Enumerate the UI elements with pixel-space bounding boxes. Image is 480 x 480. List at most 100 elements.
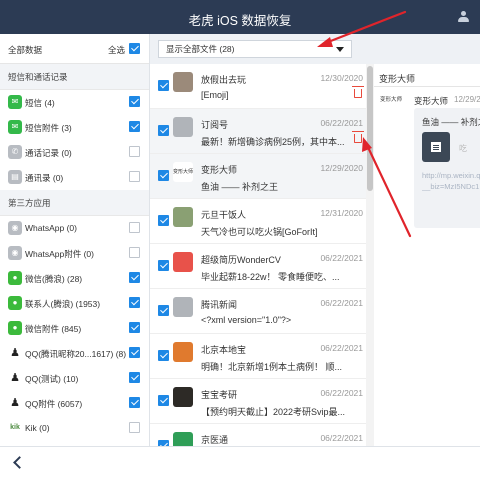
bubble-link[interactable]: http://mp.weixin.qq __biz=MzI5NDc1N bbox=[422, 170, 480, 192]
detail-divider bbox=[374, 86, 480, 87]
list-item-date: 12/29/2020 bbox=[320, 163, 363, 173]
message-bubble[interactable]: 鱼油 —— 补剂之王 吃 http://mp.weixin.qq __biz=M… bbox=[414, 108, 480, 228]
wechat-contacts-icon: ● bbox=[8, 296, 22, 310]
caret-down-icon bbox=[336, 47, 344, 52]
sidebar-item[interactable]: ● 联系人(腾浪) (1953) bbox=[0, 291, 149, 316]
list-item[interactable]: 放假出去玩 12/30/2020 [Emoji] bbox=[150, 64, 373, 109]
list-scrollbar[interactable] bbox=[366, 64, 374, 446]
sidebar-item-checkbox[interactable] bbox=[129, 397, 140, 408]
sidebar-item-checkbox[interactable] bbox=[129, 171, 140, 182]
sidebar-item[interactable]: ♟ QQ附件 (6057) bbox=[0, 391, 149, 416]
list-item-checkbox[interactable] bbox=[158, 395, 169, 406]
sidebar-item-checkbox[interactable] bbox=[129, 96, 140, 107]
bottom-bar bbox=[0, 446, 480, 480]
select-all-checkbox[interactable] bbox=[129, 43, 140, 54]
list-item-checkbox[interactable] bbox=[158, 80, 169, 91]
file-filter-dropdown[interactable]: 显示全部文件 (28) bbox=[158, 40, 352, 58]
list-item-preview: 最新！新增确诊病例25例，其中本... bbox=[201, 137, 345, 147]
list-item-preview: 【预约明天截止】2022考研Svip最... bbox=[201, 407, 346, 417]
sidebar-item-checkbox[interactable] bbox=[129, 222, 140, 233]
list-item-checkbox[interactable] bbox=[158, 305, 169, 316]
sidebar-item-label: QQ(腾讯昵称20...1617) (8) bbox=[25, 349, 127, 359]
list-item-date: 12/30/2020 bbox=[320, 73, 363, 83]
list-item[interactable]: 超级简历WonderCV 06/22/2021 毕业起薪18-22w！ 零食睡便吃、… bbox=[150, 244, 373, 289]
sidebar-item[interactable]: ✉ 短信 (4) bbox=[0, 90, 149, 115]
avatar bbox=[173, 117, 193, 137]
sidebar-item-label: 通讯录 (0) bbox=[25, 173, 64, 183]
bubble-link-line-1: http://mp.weixin.qq bbox=[422, 171, 480, 180]
list-item[interactable]: 变形大师 变形大师 12/29/2020 鱼油 —— 补剂之王 bbox=[150, 154, 373, 199]
sidebar-item-checkbox[interactable] bbox=[129, 297, 140, 308]
list-scrollbar-thumb[interactable] bbox=[367, 66, 373, 191]
list-item-name: 超级简历WonderCV bbox=[201, 255, 281, 265]
sidebar: 全部数据 全选 短信和通话记录 ✉ 短信 (4) ✉ 短信附件 (3) ✆ 通话记录 (0)… bbox=[0, 34, 150, 446]
sidebar-item[interactable]: ◉ WhatsApp (0) bbox=[0, 216, 149, 241]
kik-icon: kik bbox=[10, 424, 20, 431]
sidebar-item-checkbox[interactable] bbox=[129, 347, 140, 358]
sidebar-item[interactable]: ▤ 通讯录 (0) bbox=[0, 165, 149, 190]
list-item[interactable]: 元旦干饭人 12/31/2020 天气冷也可以吃火锅[GoForIt] bbox=[150, 199, 373, 244]
sidebar-item-checkbox[interactable] bbox=[129, 121, 140, 132]
sidebar-item-label: WhatsApp (0) bbox=[25, 223, 77, 233]
message-icon: ✉ bbox=[8, 95, 22, 109]
avatar bbox=[173, 432, 193, 446]
title-bar: 老虎 iOS 数据恢复 bbox=[0, 0, 480, 34]
qq-attachment-icon: ♟ bbox=[10, 397, 20, 409]
sidebar-item-checkbox[interactable] bbox=[129, 372, 140, 383]
sender-avatar: 变形大师 bbox=[380, 97, 403, 103]
list-item-checkbox[interactable] bbox=[158, 215, 169, 226]
sidebar-item-checkbox[interactable] bbox=[129, 322, 140, 333]
list-item[interactable]: 腾讯新闻 06/22/2021 <?xml version="1.0"?> bbox=[150, 289, 373, 334]
sidebar-item[interactable]: ● 微信附件 (845) bbox=[0, 316, 149, 341]
sidebar-item-label: 微信附件 (845) bbox=[25, 324, 82, 334]
user-icon[interactable] bbox=[458, 11, 469, 23]
list-item-name: 宝宝考研 bbox=[201, 390, 238, 400]
list-item-checkbox[interactable] bbox=[158, 260, 169, 271]
all-data-label: 全部数据 bbox=[8, 45, 43, 55]
list-item-name: 北京本地宝 bbox=[201, 345, 247, 355]
list-item-preview: <?xml version="1.0"?> bbox=[201, 315, 292, 325]
trash-icon[interactable] bbox=[352, 131, 364, 143]
list-item[interactable]: 北京本地宝 06/22/2021 明确！北京新增1例本土病例！ 顺... bbox=[150, 334, 373, 379]
sidebar-item[interactable]: ✉ 短信附件 (3) bbox=[0, 115, 149, 140]
sidebar-item[interactable]: ♟ QQ(腾讯昵称20...1617) (8) bbox=[0, 341, 149, 366]
sidebar-sections: 短信和通话记录 ✉ 短信 (4) ✉ 短信附件 (3) ✆ 通话记录 (0) ▤ 通讯录 (0)… bbox=[0, 64, 149, 441]
list-item-date: 06/22/2021 bbox=[320, 388, 363, 398]
sidebar-section-title: 第三方应用 bbox=[0, 190, 149, 216]
message-sender: 变形大师 bbox=[414, 96, 449, 106]
back-icon[interactable] bbox=[13, 456, 26, 469]
list-item-checkbox[interactable] bbox=[158, 350, 169, 361]
message-list: 放假出去玩 12/30/2020 [Emoji] 订阅号 06/22/2021 最新！新增… bbox=[150, 64, 374, 446]
sidebar-item-checkbox[interactable] bbox=[129, 146, 140, 157]
message-attachment-icon: ✉ bbox=[8, 120, 22, 134]
sidebar-item-label: 微信(腾浪) (28) bbox=[25, 274, 83, 284]
list-item-name: 订阅号 bbox=[201, 120, 229, 130]
list-item-checkbox[interactable] bbox=[158, 125, 169, 136]
list-item[interactable]: 宝宝考研 06/22/2021 【预约明天截止】2022考研Svip最... bbox=[150, 379, 373, 424]
list-item[interactable]: 京医通06/22/202150万人研究发现:全谷物饮食可以... bbox=[150, 424, 373, 446]
sidebar-item[interactable]: ● 微信(腾浪) (28) bbox=[0, 266, 149, 291]
sidebar-item-checkbox[interactable] bbox=[129, 247, 140, 258]
list-item-date: 06/22/2021 bbox=[320, 433, 363, 443]
sidebar-item[interactable]: ✆ 通话记录 (0) bbox=[0, 140, 149, 165]
message-time: 12/29/2 bbox=[454, 95, 480, 104]
sidebar-item[interactable]: kik Kik (0) bbox=[0, 416, 149, 441]
sidebar-section-title: 短信和通话记录 bbox=[0, 64, 149, 90]
list-item-date: 06/22/2021 bbox=[320, 343, 363, 353]
sidebar-item-label: 联系人(腾浪) (1953) bbox=[25, 299, 101, 309]
sidebar-item[interactable]: ◉ WhatsApp附件 (0) bbox=[0, 241, 149, 266]
sidebar-item-checkbox[interactable] bbox=[129, 272, 140, 283]
sidebar-item-checkbox[interactable] bbox=[129, 422, 140, 433]
document-icon bbox=[422, 132, 450, 162]
list-item-name: 元旦干饭人 bbox=[201, 210, 247, 220]
file-filter-value: 显示全部文件 (28) bbox=[166, 44, 235, 54]
trash-icon[interactable] bbox=[352, 86, 364, 98]
sidebar-item[interactable]: ♟ QQ(测试) (10) bbox=[0, 366, 149, 391]
avatar bbox=[173, 387, 193, 407]
list-item-preview: 明确！北京新增1例本土病例！ 顺... bbox=[201, 362, 343, 372]
phone-icon: ✆ bbox=[8, 145, 22, 159]
list-item-date: 12/31/2020 bbox=[320, 208, 363, 218]
wechat-attachment-icon: ● bbox=[8, 321, 22, 335]
list-item[interactable]: 订阅号 06/22/2021 最新！新增确诊病例25例，其中本... bbox=[150, 109, 373, 154]
list-item-checkbox[interactable] bbox=[158, 170, 169, 181]
